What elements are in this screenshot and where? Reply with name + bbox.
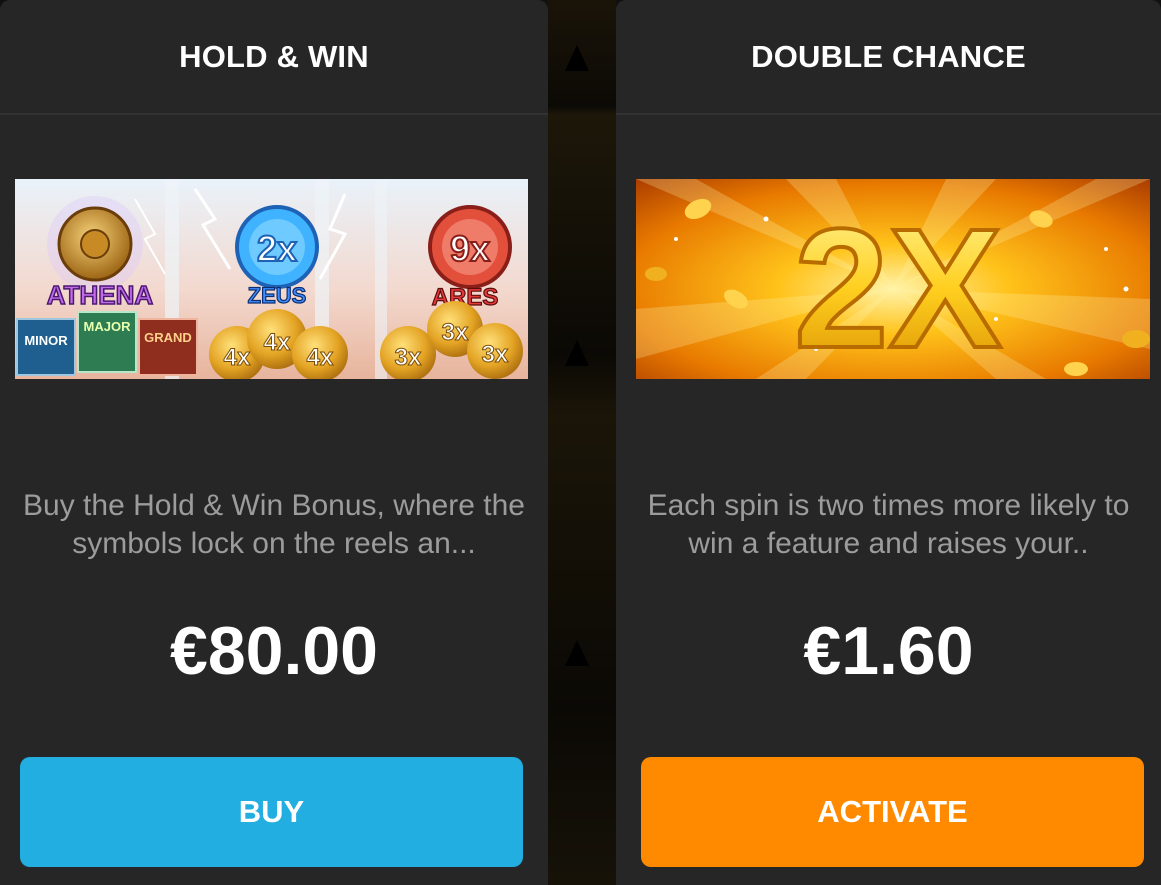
coin-value: 3x (442, 319, 469, 346)
coin-value: 4x (224, 344, 251, 371)
card-title: HOLD & WIN (179, 38, 369, 74)
zeus-label: ZEUS (248, 283, 307, 308)
zeus-multiplier: 2x (257, 228, 297, 269)
coin-value: 4x (307, 344, 334, 371)
card-description: Buy the Hold & Win Bonus, where the symb… (23, 489, 525, 560)
coin-value: 3x (395, 344, 422, 371)
card-header: DOUBLE CHANCE (616, 0, 1161, 115)
background-reels (548, 0, 616, 885)
card-description: Each spin is two times more likely to wi… (647, 489, 1130, 560)
card-price: €80.00 (170, 613, 378, 689)
reel-arrow-icon (565, 640, 589, 666)
card-price: €1.60 (803, 613, 974, 689)
major-jackpot-label: MAJOR (84, 319, 132, 334)
athena-label: ATHENA (47, 280, 154, 310)
hold-and-win-banner-image: 2x 9x ATHENA ZEUS ARES MINOR MAJOR GRAND… (15, 179, 528, 379)
hold-and-win-card: HOLD & WIN 2x 9x ATHENA ZEUS ARES MINOR … (0, 0, 548, 885)
activate-button[interactable]: ACTIVATE (641, 757, 1144, 867)
card-header: HOLD & WIN (0, 0, 548, 115)
ares-multiplier: 9x (450, 228, 490, 269)
coin-value: 4x (264, 329, 291, 356)
reel-arrow-icon (565, 45, 589, 71)
reel-arrow-icon (565, 340, 589, 366)
double-chance-banner-image: 2X (636, 179, 1150, 379)
coin-value: 3x (482, 341, 509, 368)
minor-jackpot-label: MINOR (24, 333, 68, 348)
buy-button[interactable]: BUY (20, 757, 523, 867)
double-chance-card: DOUBLE CHANCE 2X Each spin is two times … (616, 0, 1161, 885)
double-chance-multiplier: 2X (794, 194, 1002, 379)
grand-jackpot-label: GRAND (144, 330, 192, 345)
card-title: DOUBLE CHANCE (751, 38, 1026, 74)
